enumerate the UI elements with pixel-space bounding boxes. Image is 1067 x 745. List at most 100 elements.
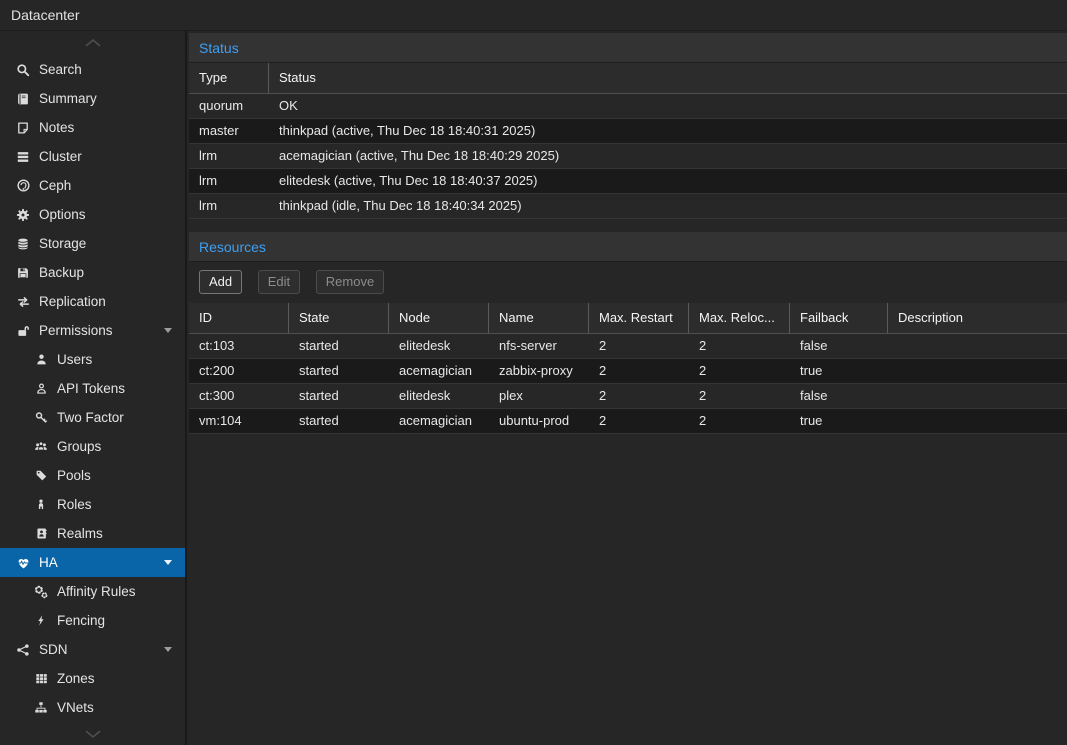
cell-max-relocate: 2 [689, 359, 790, 383]
cell-node: acemagician [389, 359, 489, 383]
sidebar-item-affinity-rules[interactable]: Affinity Rules [0, 577, 185, 606]
chevron-down-icon [84, 729, 102, 739]
sidebar-item-label: Affinity Rules [57, 584, 136, 599]
cell-type: lrm [189, 169, 269, 193]
column-header-state[interactable]: State [289, 303, 389, 333]
cell-state: started [289, 334, 389, 358]
sidebar-scroll-up[interactable] [0, 31, 185, 55]
sidebar-item-roles[interactable]: Roles [0, 490, 185, 519]
add-button[interactable]: Add [199, 270, 242, 294]
sidebar-item-storage[interactable]: Storage [0, 229, 185, 258]
remove-button[interactable]: Remove [316, 270, 384, 294]
sidebar-item-sdn[interactable]: SDN [0, 635, 185, 664]
book-icon [13, 91, 33, 107]
sidebar-item-label: Users [57, 352, 92, 367]
search-icon [13, 62, 33, 78]
sidebar-item-label: Notes [39, 120, 74, 135]
table-row[interactable]: lrm elitedesk (active, Thu Dec 18 18:40:… [189, 169, 1067, 194]
table-row[interactable]: lrm acemagician (active, Thu Dec 18 18:4… [189, 144, 1067, 169]
column-header-failback[interactable]: Failback [790, 303, 888, 333]
sidebar-item-groups[interactable]: Groups [0, 432, 185, 461]
sidebar-item-label: Storage [39, 236, 86, 251]
sidebar-item-options[interactable]: Options [0, 200, 185, 229]
sidebar-item-label: SDN [39, 642, 68, 657]
sidebar-item-two-factor[interactable]: Two Factor [0, 403, 185, 432]
cell-status: thinkpad (idle, Thu Dec 18 18:40:34 2025… [269, 194, 1067, 218]
person-icon [31, 497, 51, 513]
cell-max-restart: 2 [589, 359, 689, 383]
chevron-up-icon [84, 38, 102, 48]
cell-type: lrm [189, 194, 269, 218]
table-row[interactable]: lrm thinkpad (idle, Thu Dec 18 18:40:34 … [189, 194, 1067, 219]
gears-icon [31, 584, 51, 600]
column-header-status[interactable]: Status [269, 63, 1067, 93]
cell-id: ct:103 [189, 334, 289, 358]
sidebar-item-pools[interactable]: Pools [0, 461, 185, 490]
user-outline-icon [31, 381, 51, 397]
users-icon [31, 439, 51, 455]
sidebar-item-notes[interactable]: Notes [0, 113, 185, 142]
sidebar-item-label: Backup [39, 265, 84, 280]
sidebar-item-replication[interactable]: Replication [0, 287, 185, 316]
cell-description [888, 384, 1067, 408]
sidebar-item-permissions[interactable]: Permissions [0, 316, 185, 345]
column-header-id[interactable]: ID [189, 303, 289, 333]
cell-max-restart: 2 [589, 334, 689, 358]
cell-state: started [289, 409, 389, 433]
sidebar-item-ceph[interactable]: Ceph [0, 171, 185, 200]
cell-max-restart: 2 [589, 384, 689, 408]
user-icon [31, 352, 51, 368]
sidebar-item-label: API Tokens [57, 381, 125, 396]
column-header-max-restart[interactable]: Max. Restart [589, 303, 689, 333]
sidebar-item-api-tokens[interactable]: API Tokens [0, 374, 185, 403]
cell-description [888, 409, 1067, 433]
cell-max-relocate: 2 [689, 409, 790, 433]
resources-panel-title: Resources [189, 232, 1067, 262]
cell-node: elitedesk [389, 384, 489, 408]
chevron-down-icon[interactable] [164, 647, 172, 656]
cell-failback: false [790, 384, 888, 408]
table-row[interactable]: master thinkpad (active, Thu Dec 18 18:4… [189, 119, 1067, 144]
cell-name: plex [489, 384, 589, 408]
column-header-node[interactable]: Node [389, 303, 489, 333]
table-row[interactable]: ct:103 started elitedesk nfs-server 2 2 … [189, 334, 1067, 359]
column-header-type[interactable]: Type [189, 63, 269, 93]
status-panel-title: Status [189, 33, 1067, 63]
sidebar-item-backup[interactable]: Backup [0, 258, 185, 287]
sidebar-item-label: Options [39, 207, 86, 222]
cell-name: zabbix-proxy [489, 359, 589, 383]
cell-description [888, 359, 1067, 383]
database-icon [13, 236, 33, 252]
share-nodes-icon [13, 642, 33, 658]
sidebar-item-zones[interactable]: Zones [0, 664, 185, 693]
sidebar-item-summary[interactable]: Summary [0, 84, 185, 113]
sidebar-item-ha[interactable]: HA [0, 548, 185, 577]
sidebar-item-label: Realms [57, 526, 103, 541]
bolt-icon [31, 613, 51, 629]
sidebar-scroll-down[interactable] [0, 723, 185, 745]
sidebar-item-users[interactable]: Users [0, 345, 185, 374]
sidebar-item-cluster[interactable]: Cluster [0, 142, 185, 171]
chevron-down-icon[interactable] [164, 560, 172, 569]
edit-button[interactable]: Edit [258, 270, 300, 294]
column-header-max-relocate[interactable]: Max. Reloc... [689, 303, 790, 333]
gear-icon [13, 207, 33, 223]
column-header-description[interactable]: Description [888, 303, 1067, 333]
table-row[interactable]: quorum OK [189, 94, 1067, 119]
sidebar-item-realms[interactable]: Realms [0, 519, 185, 548]
sidebar-item-vnets[interactable]: VNets [0, 693, 185, 722]
chevron-down-icon[interactable] [164, 328, 172, 337]
sidebar-item-label: Ceph [39, 178, 71, 193]
sidebar-item-label: Zones [57, 671, 95, 686]
column-header-name[interactable]: Name [489, 303, 589, 333]
cell-failback: true [790, 409, 888, 433]
table-row[interactable]: ct:300 started elitedesk plex 2 2 false [189, 384, 1067, 409]
sync-arrows-icon [13, 294, 33, 310]
table-row[interactable]: vm:104 started acemagician ubuntu-prod 2… [189, 409, 1067, 434]
status-panel: Status Type Status quorum OK master thin… [189, 33, 1067, 219]
sidebar-item-fencing[interactable]: Fencing [0, 606, 185, 635]
sitemap-icon [31, 700, 51, 716]
table-row[interactable]: ct:200 started acemagician zabbix-proxy … [189, 359, 1067, 384]
resources-toolbar: Add Edit Remove [189, 262, 1067, 303]
sidebar-item-search[interactable]: Search [0, 55, 185, 84]
